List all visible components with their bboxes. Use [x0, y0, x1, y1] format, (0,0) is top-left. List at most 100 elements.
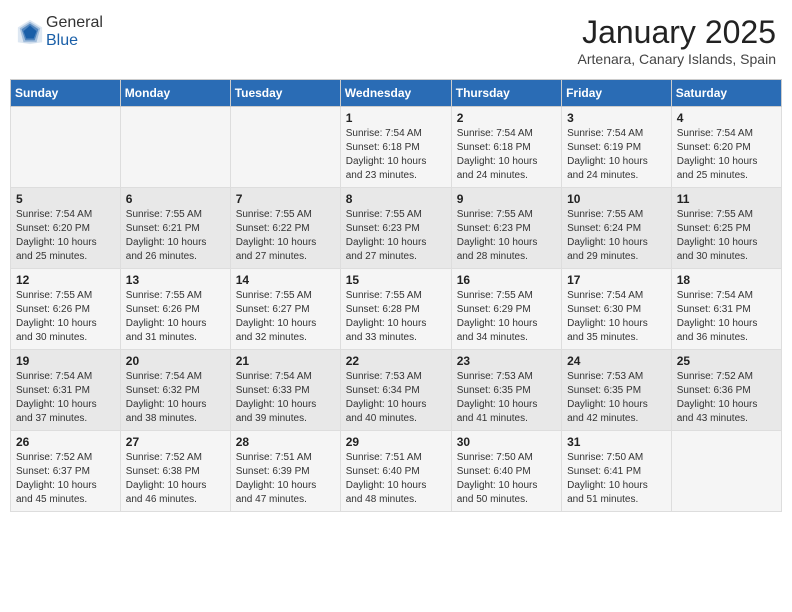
day-number: 23	[457, 354, 556, 368]
day-number: 7	[236, 192, 335, 206]
day-number: 8	[346, 192, 446, 206]
calendar-cell: 8Sunrise: 7:55 AM Sunset: 6:23 PM Daylig…	[340, 188, 451, 269]
day-info: Sunrise: 7:52 AM Sunset: 6:36 PM Dayligh…	[677, 370, 776, 426]
day-number: 13	[126, 273, 225, 287]
logo-icon	[16, 18, 44, 46]
day-number: 21	[236, 354, 335, 368]
calendar-cell: 23 Sunrise: 7:53 AM Sunset: 6:35 PM Dayli…	[451, 350, 561, 431]
calendar-cell: 16Sunrise: 7:55 AM Sunset: 6:29 PM Dayli…	[451, 269, 561, 350]
day-number: 6	[126, 192, 225, 206]
page-header: General Blue January 2025 Artenara, Cana…	[10, 10, 782, 71]
calendar-cell: 29Sunrise: 7:51 AM Sunset: 6:40 PM Dayli…	[340, 431, 451, 512]
weekday-header: Sunday	[11, 80, 121, 107]
day-info: Sunrise: 7:55 AM Sunset: 6:26 PM Dayligh…	[126, 289, 225, 345]
day-number: 3	[567, 111, 666, 125]
calendar-cell: 19 Sunrise: 7:54 AM Sunset: 6:31 PM Dayli…	[11, 350, 121, 431]
day-number: 19	[16, 354, 115, 368]
day-number: 24	[567, 354, 666, 368]
day-info: Sunrise: 7:54 AM Sunset: 6:19 PM Dayligh…	[567, 127, 666, 183]
calendar-cell: 3 Sunrise: 7:54 AM Sunset: 6:19 PM Daylig…	[562, 107, 672, 188]
calendar-cell: 17 Sunrise: 7:54 AM Sunset: 6:30 PM Dayli…	[562, 269, 672, 350]
calendar-cell	[230, 107, 340, 188]
calendar-body: 1 Sunrise: 7:54 AM Sunset: 6:18 PM Daylig…	[11, 107, 782, 512]
day-info: Sunrise: 7:54 AM Sunset: 6:20 PM Dayligh…	[677, 127, 776, 183]
calendar-cell: 5Sunrise: 7:54 AM Sunset: 6:20 PM Daylig…	[11, 188, 121, 269]
calendar-week-row: 26Sunrise: 7:52 AM Sunset: 6:37 PM Dayli…	[11, 431, 782, 512]
day-number: 9	[457, 192, 556, 206]
day-info: Sunrise: 7:51 AM Sunset: 6:39 PM Dayligh…	[236, 451, 335, 507]
calendar-cell: 13 Sunrise: 7:55 AM Sunset: 6:26 PM Dayli…	[120, 269, 230, 350]
title-block: January 2025 Artenara, Canary Islands, S…	[578, 14, 776, 67]
day-number: 12	[16, 273, 115, 287]
day-number: 11	[677, 192, 776, 206]
day-number: 1	[346, 111, 446, 125]
day-info: Sunrise: 7:54 AM Sunset: 6:18 PM Dayligh…	[457, 127, 556, 183]
calendar-cell: 12 Sunrise: 7:55 AM Sunset: 6:26 PM Dayli…	[11, 269, 121, 350]
day-info: Sunrise: 7:53 AM Sunset: 6:35 PM Dayligh…	[567, 370, 666, 426]
weekday-header: Thursday	[451, 80, 561, 107]
day-info: Sunrise: 7:54 AM Sunset: 6:30 PM Dayligh…	[567, 289, 666, 345]
calendar-cell: 4 Sunrise: 7:54 AM Sunset: 6:20 PM Daylig…	[671, 107, 781, 188]
calendar-cell: 22 Sunrise: 7:53 AM Sunset: 6:34 PM Dayli…	[340, 350, 451, 431]
calendar-cell: 15 Sunrise: 7:55 AM Sunset: 6:28 PM Dayli…	[340, 269, 451, 350]
day-info: Sunrise: 7:55 AM Sunset: 6:29 PM Dayligh…	[457, 289, 556, 345]
day-info: Sunrise: 7:55 AM Sunset: 6:25 PM Dayligh…	[677, 208, 776, 264]
day-info: Sunrise: 7:52 AM Sunset: 6:38 PM Dayligh…	[126, 451, 225, 507]
day-info: Sunrise: 7:55 AM Sunset: 6:21 PM Dayligh…	[126, 208, 225, 264]
calendar-table: SundayMondayTuesdayWednesdayThursdayFrid…	[10, 79, 782, 512]
calendar-week-row: 5Sunrise: 7:54 AM Sunset: 6:20 PM Daylig…	[11, 188, 782, 269]
calendar-cell: 2 Sunrise: 7:54 AM Sunset: 6:18 PM Daylig…	[451, 107, 561, 188]
day-info: Sunrise: 7:53 AM Sunset: 6:35 PM Dayligh…	[457, 370, 556, 426]
calendar-cell	[120, 107, 230, 188]
day-number: 22	[346, 354, 446, 368]
day-number: 5	[16, 192, 115, 206]
location-subtitle: Artenara, Canary Islands, Spain	[578, 51, 776, 67]
calendar-cell: 10Sunrise: 7:55 AM Sunset: 6:24 PM Dayli…	[562, 188, 672, 269]
calendar-cell: 9 Sunrise: 7:55 AM Sunset: 6:23 PM Daylig…	[451, 188, 561, 269]
day-number: 2	[457, 111, 556, 125]
day-number: 28	[236, 435, 335, 449]
weekday-header: Tuesday	[230, 80, 340, 107]
calendar-cell: 27Sunrise: 7:52 AM Sunset: 6:38 PM Dayli…	[120, 431, 230, 512]
weekday-header: Saturday	[671, 80, 781, 107]
day-number: 31	[567, 435, 666, 449]
day-info: Sunrise: 7:55 AM Sunset: 6:24 PM Dayligh…	[567, 208, 666, 264]
day-info: Sunrise: 7:55 AM Sunset: 6:27 PM Dayligh…	[236, 289, 335, 345]
calendar-cell	[671, 431, 781, 512]
calendar-cell: 11 Sunrise: 7:55 AM Sunset: 6:25 PM Dayli…	[671, 188, 781, 269]
day-number: 4	[677, 111, 776, 125]
day-info: Sunrise: 7:50 AM Sunset: 6:40 PM Dayligh…	[457, 451, 556, 507]
day-number: 29	[346, 435, 446, 449]
calendar-cell: 30 Sunrise: 7:50 AM Sunset: 6:40 PM Dayli…	[451, 431, 561, 512]
day-info: Sunrise: 7:55 AM Sunset: 6:22 PM Dayligh…	[236, 208, 335, 264]
calendar-cell: 21 Sunrise: 7:54 AM Sunset: 6:33 PM Dayli…	[230, 350, 340, 431]
day-number: 20	[126, 354, 225, 368]
day-info: Sunrise: 7:55 AM Sunset: 6:28 PM Dayligh…	[346, 289, 446, 345]
calendar-cell	[11, 107, 121, 188]
day-number: 25	[677, 354, 776, 368]
calendar-cell: 6 Sunrise: 7:55 AM Sunset: 6:21 PM Daylig…	[120, 188, 230, 269]
calendar-cell: 20 Sunrise: 7:54 AM Sunset: 6:32 PM Dayli…	[120, 350, 230, 431]
day-number: 15	[346, 273, 446, 287]
weekday-header: Monday	[120, 80, 230, 107]
day-info: Sunrise: 7:54 AM Sunset: 6:18 PM Dayligh…	[346, 127, 446, 183]
logo: General Blue	[16, 14, 103, 50]
calendar-week-row: 19 Sunrise: 7:54 AM Sunset: 6:31 PM Dayli…	[11, 350, 782, 431]
day-info: Sunrise: 7:54 AM Sunset: 6:31 PM Dayligh…	[16, 370, 115, 426]
day-number: 17	[567, 273, 666, 287]
day-info: Sunrise: 7:54 AM Sunset: 6:32 PM Dayligh…	[126, 370, 225, 426]
day-number: 18	[677, 273, 776, 287]
day-number: 14	[236, 273, 335, 287]
calendar-cell: 7 Sunrise: 7:55 AM Sunset: 6:22 PM Daylig…	[230, 188, 340, 269]
day-number: 26	[16, 435, 115, 449]
day-info: Sunrise: 7:53 AM Sunset: 6:34 PM Dayligh…	[346, 370, 446, 426]
calendar-cell: 24 Sunrise: 7:53 AM Sunset: 6:35 PM Dayli…	[562, 350, 672, 431]
logo-text: General Blue	[46, 14, 103, 50]
day-number: 30	[457, 435, 556, 449]
calendar-cell: 31Sunrise: 7:50 AM Sunset: 6:41 PM Dayli…	[562, 431, 672, 512]
calendar-cell: 14 Sunrise: 7:55 AM Sunset: 6:27 PM Dayli…	[230, 269, 340, 350]
calendar-cell: 1 Sunrise: 7:54 AM Sunset: 6:18 PM Daylig…	[340, 107, 451, 188]
day-info: Sunrise: 7:55 AM Sunset: 6:26 PM Dayligh…	[16, 289, 115, 345]
day-info: Sunrise: 7:55 AM Sunset: 6:23 PM Dayligh…	[457, 208, 556, 264]
day-info: Sunrise: 7:54 AM Sunset: 6:33 PM Dayligh…	[236, 370, 335, 426]
